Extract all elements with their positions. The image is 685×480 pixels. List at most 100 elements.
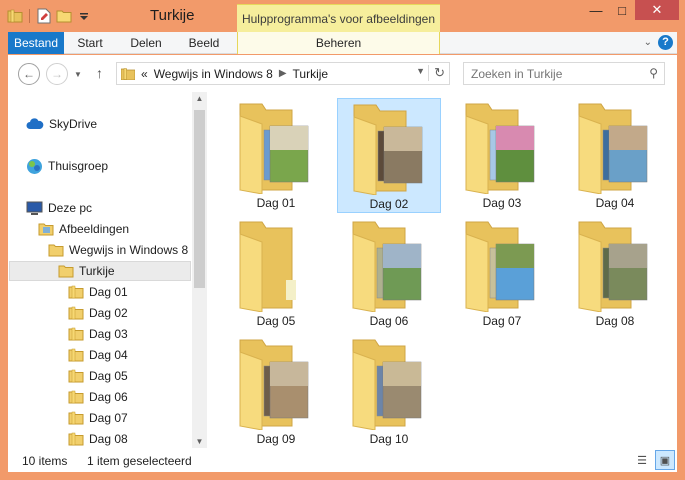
folder-item[interactable]: Dag 01 <box>224 98 328 213</box>
window-title: Turkije <box>150 7 195 24</box>
scroll-up-icon[interactable]: ▲ <box>192 94 207 103</box>
folder-item[interactable]: Dag 09 <box>224 334 328 449</box>
folder-icon <box>239 221 296 312</box>
contextual-tab-area: Beheren <box>237 32 440 54</box>
folder-label: Dag 03 <box>482 196 522 210</box>
nav-item-label: Dag 06 <box>89 390 128 404</box>
details-view-icon[interactable]: ☰ <box>632 450 652 470</box>
breadcrumb: « Wegwijs in Windows 8 ▶ Turkije <box>141 67 328 81</box>
folder-label: Dag 05 <box>256 314 296 328</box>
folder-item[interactable]: Dag 08 <box>563 216 667 331</box>
title-bar: Turkije Hulpprogramma's voor afbeeldinge… <box>0 0 685 32</box>
tab-view[interactable]: Beeld <box>182 32 226 54</box>
pictures-folder-icon <box>38 223 54 236</box>
back-icon[interactable]: ← <box>18 63 40 85</box>
tab-manage[interactable]: Beheren <box>238 32 439 54</box>
breadcrumb-overflow[interactable]: « <box>141 67 148 81</box>
new-folder-icon[interactable] <box>55 7 73 25</box>
folder-item[interactable]: Dag 07 <box>450 216 554 331</box>
nav-item-this-pc[interactable]: Deze pc <box>26 198 92 218</box>
folder-content-area: Dag 01 Dag 02 Dag 03 Dag 04 Dag 05 Dag 06 Dag … <box>207 92 677 448</box>
nav-item-day[interactable]: Dag 02 <box>68 303 128 323</box>
nav-scrollbar[interactable]: ▲ ▼ <box>192 92 207 448</box>
nav-item-wegwijs[interactable]: Wegwijs in Windows 8 <box>48 240 188 260</box>
nav-item-label: Dag 05 <box>89 369 128 383</box>
tab-file[interactable]: Bestand <box>8 32 64 54</box>
folder-icon[interactable] <box>6 7 24 25</box>
tab-share[interactable]: Delen <box>124 32 168 54</box>
breadcrumb-item[interactable]: Turkije <box>293 67 329 81</box>
chevron-down-icon[interactable]: ⌄ <box>644 37 652 48</box>
nav-item-day[interactable]: Dag 07 <box>68 408 128 428</box>
quick-access-toolbar <box>6 6 93 26</box>
nav-item-label: Wegwijs in Windows 8 <box>69 243 189 257</box>
folder-icon <box>578 221 648 312</box>
folder-item[interactable]: Dag 02 <box>337 98 441 213</box>
nav-item-skydrive[interactable]: SkyDrive <box>26 114 97 134</box>
folder-icon <box>352 221 422 312</box>
folder-item[interactable]: Dag 05 <box>224 216 328 331</box>
folder-icon <box>465 103 535 194</box>
address-dropdown-icon[interactable]: ▼ <box>416 66 425 76</box>
scrollbar-thumb[interactable] <box>194 110 205 288</box>
folder-icon <box>68 390 84 404</box>
forward-icon[interactable]: → <box>46 63 68 85</box>
recent-dropdown-icon[interactable]: ▼ <box>74 70 82 79</box>
maximize-icon[interactable]: □ <box>609 0 635 20</box>
nav-item-label: SkyDrive <box>49 117 98 131</box>
nav-item-label: Thuisgroep <box>48 159 109 173</box>
qat-customize-icon[interactable] <box>75 7 93 25</box>
nav-item-label: Dag 01 <box>89 285 128 299</box>
folder-icon <box>352 339 422 430</box>
folder-icon <box>239 103 309 194</box>
nav-item-day[interactable]: Dag 06 <box>68 387 128 407</box>
cloud-icon <box>26 118 44 129</box>
folder-icon <box>68 306 84 320</box>
computer-icon <box>26 201 43 215</box>
nav-item-day[interactable]: Dag 05 <box>68 366 128 386</box>
ribbon-tabs: Bestand Start Delen Beeld Beheren ⌄ ? <box>8 32 677 54</box>
address-bar-row: ← → ▼ ↑ « Wegwijs in Windows 8 ▶ Turkije… <box>8 55 677 92</box>
folder-item[interactable]: Dag 04 <box>563 98 667 213</box>
large-icons-view-icon[interactable]: ▣ <box>655 450 675 470</box>
help-icon[interactable]: ? <box>658 35 673 50</box>
nav-item-day[interactable]: Dag 04 <box>68 345 128 365</box>
search-input[interactable] <box>464 63 634 84</box>
view-switcher: ☰ ▣ <box>632 450 675 470</box>
nav-item-label: Afbeeldingen <box>59 222 130 236</box>
address-box[interactable]: « Wegwijs in Windows 8 ▶ Turkije ▼ ↻ <box>116 62 450 85</box>
breadcrumb-chevron-icon[interactable]: ▶ <box>279 68 287 79</box>
tab-home[interactable]: Start <box>70 32 110 54</box>
nav-item-homegroup[interactable]: Thuisgroep <box>26 156 108 176</box>
nav-item-turkije[interactable]: Turkije <box>9 261 191 281</box>
folder-item[interactable]: Dag 10 <box>337 334 441 449</box>
nav-item-label: Dag 08 <box>89 432 128 446</box>
nav-item-day[interactable]: Dag 08 <box>68 429 128 448</box>
folder-label: Dag 06 <box>369 314 409 328</box>
nav-item-label: Turkije <box>79 264 115 278</box>
folder-icon <box>68 432 84 446</box>
folder-icon <box>353 104 423 195</box>
folder-icon <box>68 369 84 383</box>
nav-item-day[interactable]: Dag 01 <box>68 282 128 302</box>
homegroup-icon <box>27 158 42 174</box>
nav-item-day[interactable]: Dag 03 <box>68 324 128 344</box>
folder-item[interactable]: Dag 06 <box>337 216 441 331</box>
folder-label: Dag 01 <box>256 196 296 210</box>
folder-icon <box>465 221 535 312</box>
up-arrow-icon[interactable]: ↑ <box>96 65 103 81</box>
scroll-down-icon[interactable]: ▼ <box>192 437 207 446</box>
refresh-icon[interactable]: ↻ <box>428 65 445 81</box>
folder-label: Dag 04 <box>595 196 635 210</box>
minimize-icon[interactable]: — <box>583 0 609 20</box>
breadcrumb-item[interactable]: Wegwijs in Windows 8 <box>154 67 273 81</box>
contextual-group-label: Hulpprogramma's voor afbeeldingen <box>241 12 436 26</box>
close-icon[interactable]: ✕ <box>635 0 679 20</box>
properties-icon[interactable] <box>35 7 53 25</box>
search-icon[interactable]: ⚲ <box>649 66 658 80</box>
item-count: 10 items <box>22 454 68 468</box>
search-box: ⚲ <box>463 62 665 85</box>
nav-item-pictures[interactable]: Afbeeldingen <box>38 219 129 239</box>
selection-status: 1 item geselecteerd <box>87 454 192 468</box>
folder-item[interactable]: Dag 03 <box>450 98 554 213</box>
